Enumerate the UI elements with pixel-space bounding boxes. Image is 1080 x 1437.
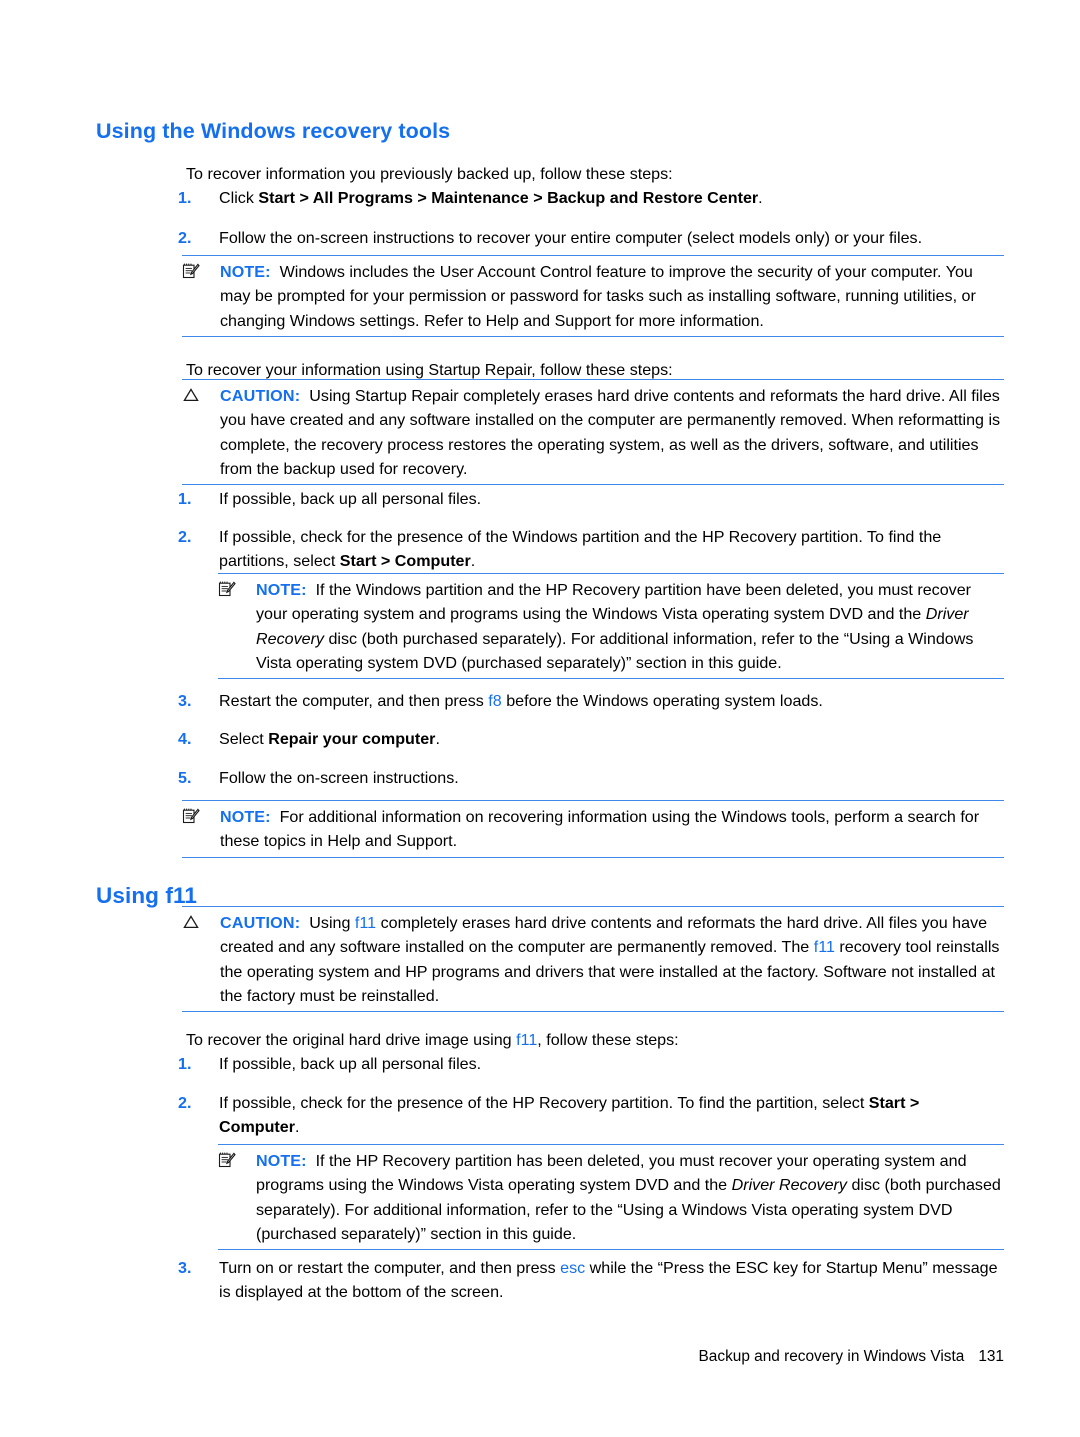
list-item-text: If possible, check for the presence of t… [219, 1091, 968, 1140]
key-f8: f8 [488, 692, 502, 710]
note-label: NOTE: [220, 263, 271, 281]
note-label: NOTE: [256, 1152, 307, 1170]
list-item-sr-step-5: 5. Follow the on-screen instructions. [178, 766, 1008, 790]
note-pad-icon [182, 807, 204, 827]
warning-triangle-icon [182, 386, 204, 406]
list-number: 5. [178, 769, 192, 787]
list-item-text: If possible, check for the presence of t… [219, 525, 1008, 574]
list-item-step-2: 2. Follow the on-screen instructions to … [178, 226, 1008, 250]
list-item-sr-step-3: 3. Restart the computer, and then press … [178, 689, 1008, 713]
step1-post: . [758, 189, 763, 207]
note-pad-icon [218, 580, 240, 600]
callout-body: NOTE: If the HP Recovery partition has be… [218, 1149, 1004, 1246]
list-number: 1. [178, 189, 192, 207]
note-callout-partitions-deleted: NOTE: If the Windows partition and the HP… [218, 573, 1004, 680]
note4-disc-title: Driver Recovery [731, 1176, 847, 1195]
f11-intro-post: , follow these steps: [537, 1031, 679, 1050]
intro-paragraph: To recover information you previously ba… [186, 165, 673, 184]
step1-menu-path: Start > All Programs > Maintenance > Bac… [258, 189, 759, 207]
f11-step3-pre: Turn on or restart the computer, and the… [219, 1259, 561, 1277]
note-callout-user-account-control: NOTE: Windows includes the User Account C… [182, 255, 1004, 337]
list-number: 1. [178, 490, 192, 508]
caution-label: CAUTION: [220, 387, 301, 405]
list-item-text: Click Start > All Programs > Maintenance… [219, 186, 1004, 210]
sr-step4-option: Repair your computer [268, 730, 436, 748]
note-callout-additional-info-windows-tools: NOTE: For additional information on recov… [182, 800, 1004, 858]
callout-body: CAUTION: Using Startup Repair completely … [182, 384, 1004, 481]
list-item-text: Follow the on-screen instructions to rec… [219, 229, 923, 247]
step1-pre: Click [219, 189, 259, 207]
caution-text: Using Startup Repair completely erases h… [220, 387, 1001, 478]
list-item-text: Follow the on-screen instructions. [219, 769, 459, 787]
caution2-pre: Using [309, 914, 355, 932]
page-number: 131 [978, 1348, 1004, 1365]
list-number: 2. [178, 229, 192, 247]
sr-step4-pre: Select [219, 730, 269, 748]
section-heading-windows-recovery-tools: Using the Windows recovery tools [96, 119, 451, 144]
list-item-text: If possible, back up all personal files. [219, 1055, 482, 1073]
warning-triangle-icon [182, 913, 204, 933]
list-number: 3. [178, 692, 192, 710]
page-footer: Backup and recovery in Windows Vista 131 [0, 1348, 1004, 1366]
key-f11: f11 [813, 938, 835, 957]
f11-step2-post: . [295, 1118, 300, 1137]
note-pad-icon [218, 1151, 240, 1171]
sr-step3-post: before the Windows operating system load… [501, 692, 823, 710]
note-text: For additional information on recovering… [220, 808, 980, 851]
sr-step2-menu-path: Start > Computer [339, 552, 471, 571]
note-pad-icon [182, 262, 204, 282]
list-item-text: Turn on or restart the computer, and the… [219, 1256, 1008, 1305]
note-label: NOTE: [256, 581, 307, 599]
list-item-text: Restart the computer, and then press f8 … [219, 689, 1008, 713]
key-esc: esc [560, 1259, 586, 1277]
sr-step2-post: . [470, 552, 476, 571]
note-callout-hp-recovery-deleted: NOTE: If the HP Recovery partition has be… [218, 1144, 1004, 1251]
note2-pre: If the Windows partition and the HP Reco… [256, 581, 972, 624]
callout-body: CAUTION: Using f11 completely erases hard… [182, 911, 1004, 1008]
list-item-f11-step-3: 3. Turn on or restart the computer, and … [178, 1256, 1008, 1305]
list-item-sr-step-2: 2. If possible, check for the presence o… [178, 525, 1008, 574]
caution-callout-startup-repair: CAUTION: Using Startup Repair completely … [182, 379, 1004, 486]
callout-body: NOTE: If the Windows partition and the HP… [218, 578, 1004, 675]
list-item-text: If possible, back up all personal files. [219, 490, 482, 508]
footer-chapter-title: Backup and recovery in Windows Vista [698, 1348, 965, 1365]
list-number: 4. [178, 730, 192, 748]
sr-step3-pre: Restart the computer, and then press [219, 692, 489, 710]
key-f11: f11 [354, 914, 377, 932]
callout-body: NOTE: Windows includes the User Account C… [182, 260, 1004, 333]
f11-intro-paragraph: To recover the original hard drive image… [186, 1028, 1004, 1052]
sr-step2-pre: If possible, check for the presence of t… [219, 528, 942, 571]
f11-intro-pre: To recover the original hard drive image… [186, 1031, 517, 1050]
list-item-sr-step-4: 4. Select Repair your computer. [178, 727, 1008, 751]
caution-callout-f11: CAUTION: Using f11 completely erases hard… [182, 906, 1004, 1013]
sr-step4-post: . [435, 730, 440, 748]
document-page: Using the Windows recovery tools To reco… [0, 0, 1080, 1437]
list-item-sr-step-1: 1. If possible, back up all personal fil… [178, 487, 1004, 511]
list-number: 2. [178, 528, 192, 546]
note-text: Windows includes the User Account Contro… [220, 263, 976, 330]
caution-label: CAUTION: [220, 914, 301, 932]
list-number: 2. [178, 1094, 192, 1112]
list-number: 3. [178, 1259, 192, 1277]
note2-post: disc (both purchased separately). For ad… [256, 629, 974, 672]
callout-body: NOTE: For additional information on recov… [182, 805, 1004, 854]
key-f11: f11 [516, 1031, 538, 1050]
list-number: 1. [178, 1055, 192, 1073]
list-item-step-1: 1. Click Start > All Programs > Maintena… [178, 186, 1004, 210]
f11-step2-pre: If possible, check for the presence of t… [219, 1094, 869, 1112]
list-item-text: Select Repair your computer. [219, 727, 1008, 751]
list-item-f11-step-2: 2. If possible, check for the presence o… [178, 1091, 968, 1140]
list-item-f11-step-1: 1. If possible, back up all personal fil… [178, 1052, 1004, 1076]
note-label: NOTE: [220, 808, 271, 826]
